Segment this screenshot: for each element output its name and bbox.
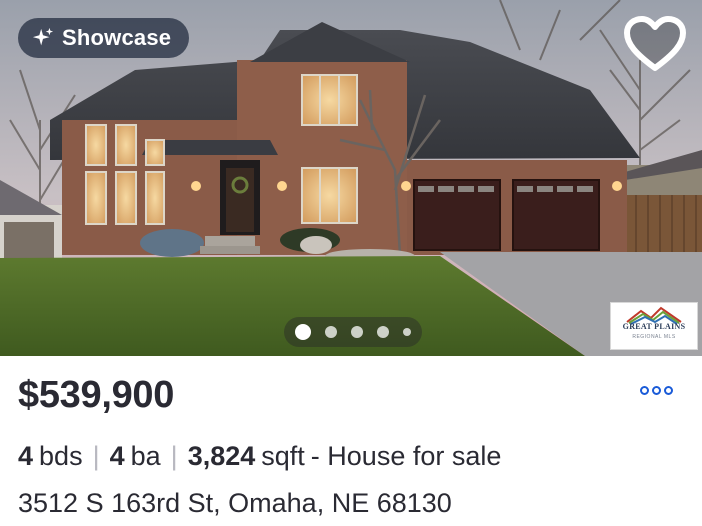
showcase-label: Showcase: [62, 25, 172, 50]
property-card[interactable]: Showcase GREAT PLAINS REGIONAL MLS $539,…: [0, 0, 702, 526]
favorite-button[interactable]: [622, 14, 688, 76]
more-options-button[interactable]: [640, 386, 673, 395]
beds-value: 4: [18, 441, 34, 471]
spec-divider: |: [92, 441, 100, 471]
carousel-dot[interactable]: [295, 324, 311, 340]
listing-specs: 4 bds | 4 ba | 3,824 sqft - House for sa…: [18, 441, 501, 472]
sqft-unit: sqft: [261, 441, 305, 471]
listing-address[interactable]: 3512 S 163rd St, Omaha, NE 68130: [18, 488, 452, 519]
listing-photo[interactable]: Showcase GREAT PLAINS REGIONAL MLS: [0, 0, 702, 356]
sparkle-icon: [32, 27, 54, 46]
baths-unit: ba: [130, 441, 161, 471]
mls-logo-subtitle: REGIONAL MLS: [632, 334, 676, 340]
spec-divider: |: [170, 441, 178, 471]
heart-icon: [624, 16, 686, 71]
beds-unit: bds: [39, 441, 83, 471]
sqft-value: 3,824: [187, 441, 256, 471]
more-options-icon: [664, 386, 673, 395]
mls-logo: GREAT PLAINS REGIONAL MLS: [610, 302, 698, 350]
carousel-dot[interactable]: [377, 326, 389, 338]
carousel-dot[interactable]: [325, 326, 337, 338]
carousel-dot[interactable]: [351, 326, 363, 338]
listing-price: $539,900: [18, 374, 175, 416]
showcase-badge: Showcase: [18, 18, 190, 58]
mls-logo-name: GREAT PLAINS: [622, 322, 686, 331]
more-options-icon: [652, 386, 661, 395]
listing-status: - House for sale: [310, 441, 502, 471]
more-options-icon: [640, 386, 649, 395]
photo-carousel-indicator[interactable]: [284, 317, 422, 347]
carousel-dot[interactable]: [403, 328, 411, 336]
baths-value: 4: [109, 441, 125, 471]
